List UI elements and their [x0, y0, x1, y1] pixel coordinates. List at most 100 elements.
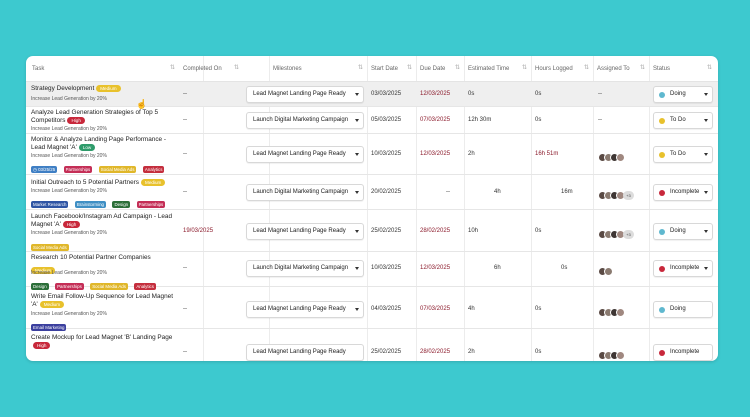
task-title[interactable]: Initial Outreach to 5 Potential Partners…: [31, 179, 181, 187]
milestone-dropdown[interactable]: Launch Digital Marketing Campaign: [246, 260, 364, 277]
goal-subtitle: Increase Lead Generation by 20%: [31, 188, 107, 194]
col-header-hours-logged[interactable]: Hours Logged: [535, 66, 573, 76]
estimated-time: 4h: [494, 189, 501, 195]
priority-badge: High: [33, 342, 51, 349]
table-row[interactable]: Research 10 Potential Partner Companies …: [26, 252, 718, 291]
avatar[interactable]: [604, 267, 613, 277]
goal-subtitle: Increase Lead Generation by 20%: [31, 311, 107, 317]
more-assignees-badge[interactable]: +3: [623, 230, 634, 240]
sort-icon[interactable]: ⇅: [522, 64, 527, 71]
chevron-down-icon: [355, 153, 359, 156]
table-row[interactable]: Write Email Follow-Up Sequence for Lead …: [26, 287, 718, 332]
col-header-status[interactable]: Status: [653, 66, 670, 76]
col-header-milestones[interactable]: Milestones: [273, 66, 302, 76]
due-date: 12/03/2025: [420, 151, 451, 157]
task-title[interactable]: Analyze Lead Generation Strategies of To…: [31, 109, 181, 125]
sort-icon[interactable]: ⇅: [640, 64, 645, 71]
sort-icon[interactable]: ⇅: [584, 64, 589, 71]
priority-badge: Low: [78, 144, 96, 151]
task-title-text[interactable]: Initial Outreach to 5 Potential Partners: [31, 179, 139, 186]
sort-icon[interactable]: ⇅: [707, 64, 712, 71]
milestone-dropdown[interactable]: Lead Magnet Landing Page Ready: [246, 301, 364, 318]
status-dropdown[interactable]: Incomplete: [653, 184, 713, 201]
col-header-estimated-time[interactable]: Estimated Time: [468, 66, 509, 76]
col-header-completed-on[interactable]: Completed On: [183, 66, 222, 76]
task-title-text[interactable]: Create Mockup for Lead Magnet 'B' Landin…: [31, 334, 172, 341]
start-date: 05/03/2025: [371, 117, 402, 123]
tag-chip: Brainstorming: [74, 201, 106, 209]
milestone-dropdown[interactable]: Launch Digital Marketing Campaign: [246, 184, 364, 201]
status-dropdown[interactable]: Doing: [653, 223, 713, 240]
task-title[interactable]: Create Mockup for Lead Magnet 'B' Landin…: [31, 334, 181, 350]
tag-chip: Partnerships: [136, 201, 166, 209]
sort-icon[interactable]: ⇅: [407, 64, 412, 71]
more-assignees-badge[interactable]: +3: [623, 191, 634, 201]
sort-icon[interactable]: ⇅: [358, 64, 363, 71]
avatar[interactable]: [616, 308, 625, 318]
avatar[interactable]: [616, 153, 625, 163]
assignee-avatars[interactable]: +3: [598, 187, 634, 201]
goal-subtitle: Increase Lead Generation by 20%: [31, 126, 107, 132]
assignee-avatars[interactable]: [598, 347, 625, 361]
task-title-text[interactable]: Analyze Lead Generation Strategies of To…: [31, 109, 158, 124]
status-dropdown[interactable]: To Do: [653, 112, 713, 129]
status-value: Incomplete: [670, 349, 700, 355]
task-title-text[interactable]: Launch Facebook/Instagram Ad Campaign - …: [31, 213, 172, 228]
task-title[interactable]: Launch Facebook/Instagram Ad Campaign - …: [31, 213, 181, 229]
assignee-avatars[interactable]: [598, 149, 625, 163]
sort-icon[interactable]: ⇅: [234, 64, 239, 71]
task-title[interactable]: Monitor & Analyze Landing Page Performan…: [31, 136, 181, 152]
task-title-text[interactable]: Research 10 Potential Partner Companies: [31, 254, 151, 261]
estimated-time: 2h: [468, 151, 475, 157]
due-date: 12/03/2025: [420, 91, 451, 97]
assignee-avatars[interactable]: [598, 263, 613, 277]
task-title-text[interactable]: Strategy Development: [31, 85, 94, 92]
task-title-text[interactable]: Monitor & Analyze Landing Page Performan…: [31, 136, 166, 151]
table-row[interactable]: Analyze Lead Generation Strategies of To…: [26, 107, 718, 134]
milestone-value: Launch Digital Marketing Campaign: [253, 117, 349, 123]
col-header-assigned-to[interactable]: Assigned To: [597, 66, 630, 76]
completed-on: --: [183, 349, 187, 355]
table-row[interactable]: Launch Facebook/Instagram Ad Campaign - …: [26, 210, 718, 252]
sort-icon[interactable]: ⇅: [455, 64, 460, 71]
status-dot-icon: [659, 92, 665, 98]
status-dropdown[interactable]: Doing: [653, 301, 713, 318]
task-title[interactable]: Write Email Follow-Up Sequence for Lead …: [31, 293, 181, 309]
table-row[interactable]: Create Mockup for Lead Magnet 'B' Landin…: [26, 329, 718, 361]
col-header-due-date[interactable]: Due Date: [420, 66, 445, 76]
goal-subtitle: Increase Lead Generation by 20%: [31, 230, 107, 236]
priority-badge: High: [62, 221, 81, 228]
status-dot-icon: [659, 266, 665, 272]
estimated-time: 4h: [468, 306, 475, 312]
tag-chip: Social Media Ads: [31, 244, 69, 252]
due-date: --: [446, 189, 450, 195]
status-dropdown[interactable]: Incomplete: [653, 260, 713, 277]
assignee-avatars[interactable]: [598, 304, 625, 318]
status-dropdown[interactable]: Incomplete: [653, 344, 713, 361]
col-header-task[interactable]: Task: [32, 66, 44, 76]
chevron-down-icon: [704, 230, 708, 233]
milestone-dropdown[interactable]: Launch Digital Marketing Campaign: [246, 112, 364, 129]
hours-logged: 0s: [561, 265, 568, 271]
sort-icon[interactable]: ⇅: [170, 64, 175, 71]
start-date: 25/02/2025: [371, 349, 402, 355]
table-row[interactable]: Strategy Development Medium Increase Lead…: [26, 82, 718, 107]
col-header-start-date[interactable]: Start Date: [371, 66, 398, 76]
avatar[interactable]: [616, 351, 625, 361]
table-row[interactable]: Monitor & Analyze Landing Page Performan…: [26, 134, 718, 175]
estimated-time: 0s: [468, 91, 475, 97]
status-value: Incomplete: [670, 189, 700, 195]
date-tag: ◷ 03/25/25: [31, 166, 58, 174]
table-row[interactable]: Initial Outreach to 5 Potential Partners…: [26, 175, 718, 210]
milestone-dropdown[interactable]: Lead Magnet Landing Page Ready: [246, 146, 364, 163]
milestone-dropdown[interactable]: Lead Magnet Landing Page Ready: [246, 344, 364, 361]
status-dropdown[interactable]: Doing: [653, 86, 713, 103]
milestone-dropdown[interactable]: Lead Magnet Landing Page Ready: [246, 86, 364, 103]
task-title[interactable]: Strategy Development Medium: [31, 85, 181, 93]
status-dropdown[interactable]: To Do: [653, 146, 713, 163]
assignee-avatars[interactable]: +3: [598, 226, 634, 240]
task-title[interactable]: Research 10 Potential Partner Companies: [31, 254, 181, 262]
milestone-dropdown[interactable]: Lead Magnet Landing Page Ready: [246, 223, 364, 240]
tag-chip: Analytics: [142, 166, 165, 174]
due-date: 28/02/2025: [420, 349, 451, 355]
